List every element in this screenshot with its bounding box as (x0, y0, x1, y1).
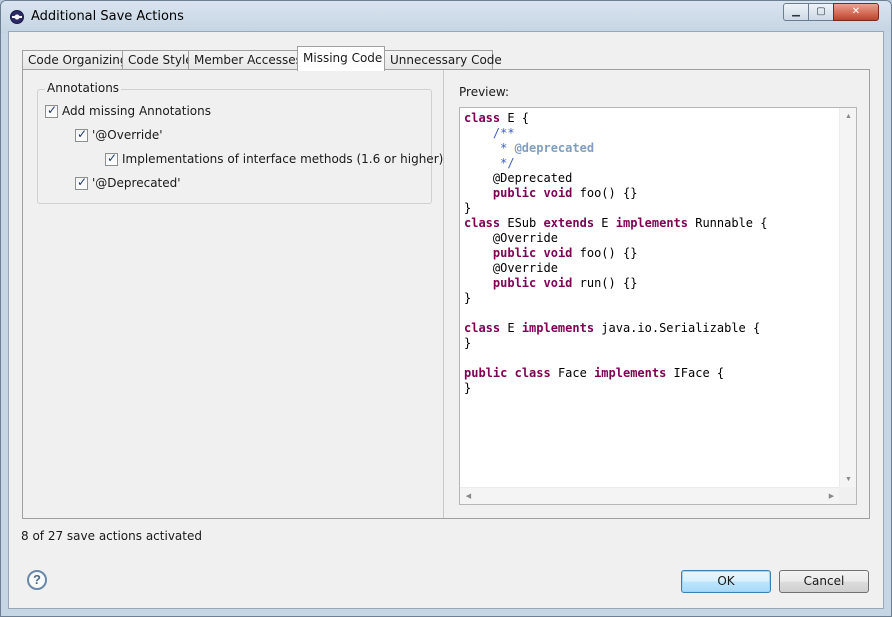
code-line: class ESub extends E implements Runnable… (464, 216, 768, 230)
code-line: class E implements java.io.Serializable … (464, 321, 761, 335)
cancel-button[interactable]: Cancel (779, 570, 869, 593)
preview-code: class E { /** * @deprecated */ @Deprecat… (464, 111, 840, 487)
title-bar[interactable]: Additional Save Actions ▁ ▢ ✕ (1, 1, 891, 33)
tab-code-style[interactable]: Code Style (122, 50, 193, 70)
help-icon[interactable]: ? (27, 570, 47, 590)
tab-missing-code[interactable]: Missing Code (297, 46, 385, 71)
close-button[interactable]: ✕ (833, 3, 879, 21)
add-missing-annotations-checkbox[interactable] (45, 103, 58, 118)
maximize-button[interactable]: ▢ (808, 3, 834, 21)
code-line: public void foo() {} (492, 246, 638, 260)
code-line: public void run() {} (492, 276, 638, 290)
vertical-scrollbar[interactable]: ▲ ▼ (839, 108, 856, 488)
code-line: } (464, 201, 472, 215)
code-line: /** (492, 126, 515, 140)
minimize-button[interactable]: ▁ (783, 3, 809, 21)
horizontal-scrollbar[interactable]: ◀ ▶ (460, 487, 840, 504)
code-line: class E { (464, 111, 530, 125)
preview-pane: Preview: class E { /** * @deprecated */ … (444, 70, 869, 518)
tab-member-accesses[interactable]: Member Accesses (188, 50, 302, 70)
code-line: @Override (464, 231, 558, 245)
scroll-left-arrow-icon[interactable]: ◀ (460, 488, 477, 505)
ok-button[interactable]: OK (681, 570, 771, 593)
window-title: Additional Save Actions (31, 9, 184, 24)
options-pane: Annotations Add missing Annotations '@Ov… (23, 70, 443, 518)
tab-panel-missing-code: Annotations Add missing Annotations '@Ov… (22, 69, 870, 519)
code-line: public void foo() {} (492, 186, 638, 200)
code-line: * @deprecated (500, 141, 595, 155)
interface-methods-label: Implementations of interface methods (1.… (122, 152, 444, 166)
code-line: } (464, 291, 472, 305)
code-line: @Deprecated (464, 171, 573, 185)
deprecated-option[interactable]: '@Deprecated' (75, 175, 181, 190)
scroll-down-arrow-icon[interactable]: ▼ (840, 471, 857, 488)
deprecated-label: '@Deprecated' (92, 176, 181, 190)
override-label: '@Override' (92, 128, 163, 142)
override-option[interactable]: '@Override' (75, 127, 163, 142)
scroll-right-arrow-icon[interactable]: ▶ (823, 488, 840, 505)
preview-editor[interactable]: class E { /** * @deprecated */ @Deprecat… (459, 107, 857, 505)
deprecated-checkbox[interactable] (75, 175, 88, 190)
code-line: public class Face implements IFace { (464, 366, 725, 380)
tab-code-organizing[interactable]: Code Organizing (22, 50, 127, 70)
interface-methods-option[interactable]: Implementations of interface methods (1.… (105, 151, 444, 166)
code-line: @Override (464, 261, 558, 275)
add-missing-annotations-label: Add missing Annotations (62, 104, 212, 118)
scroll-up-arrow-icon[interactable]: ▲ (840, 108, 857, 125)
tab-unnecessary-code[interactable]: Unnecessary Code (384, 50, 502, 70)
scrollbar-corner (839, 487, 856, 504)
code-line: } (464, 381, 472, 395)
dialog-client-area: Code Organizing Code Style Member Access… (8, 31, 884, 609)
override-checkbox[interactable] (75, 127, 88, 142)
interface-methods-checkbox[interactable] (105, 151, 118, 166)
dialog-window: Additional Save Actions ▁ ▢ ✕ Code Organ… (0, 0, 892, 617)
code-line: */ (500, 156, 515, 170)
code-line: } (464, 336, 472, 350)
eclipse-icon (10, 10, 24, 24)
status-text: 8 of 27 save actions activated (21, 529, 202, 543)
preview-label: Preview: (459, 85, 510, 99)
annotations-group-label: Annotations (45, 81, 122, 95)
annotations-group: Annotations Add missing Annotations '@Ov… (37, 81, 443, 204)
add-missing-annotations-option[interactable]: Add missing Annotations (45, 103, 212, 118)
